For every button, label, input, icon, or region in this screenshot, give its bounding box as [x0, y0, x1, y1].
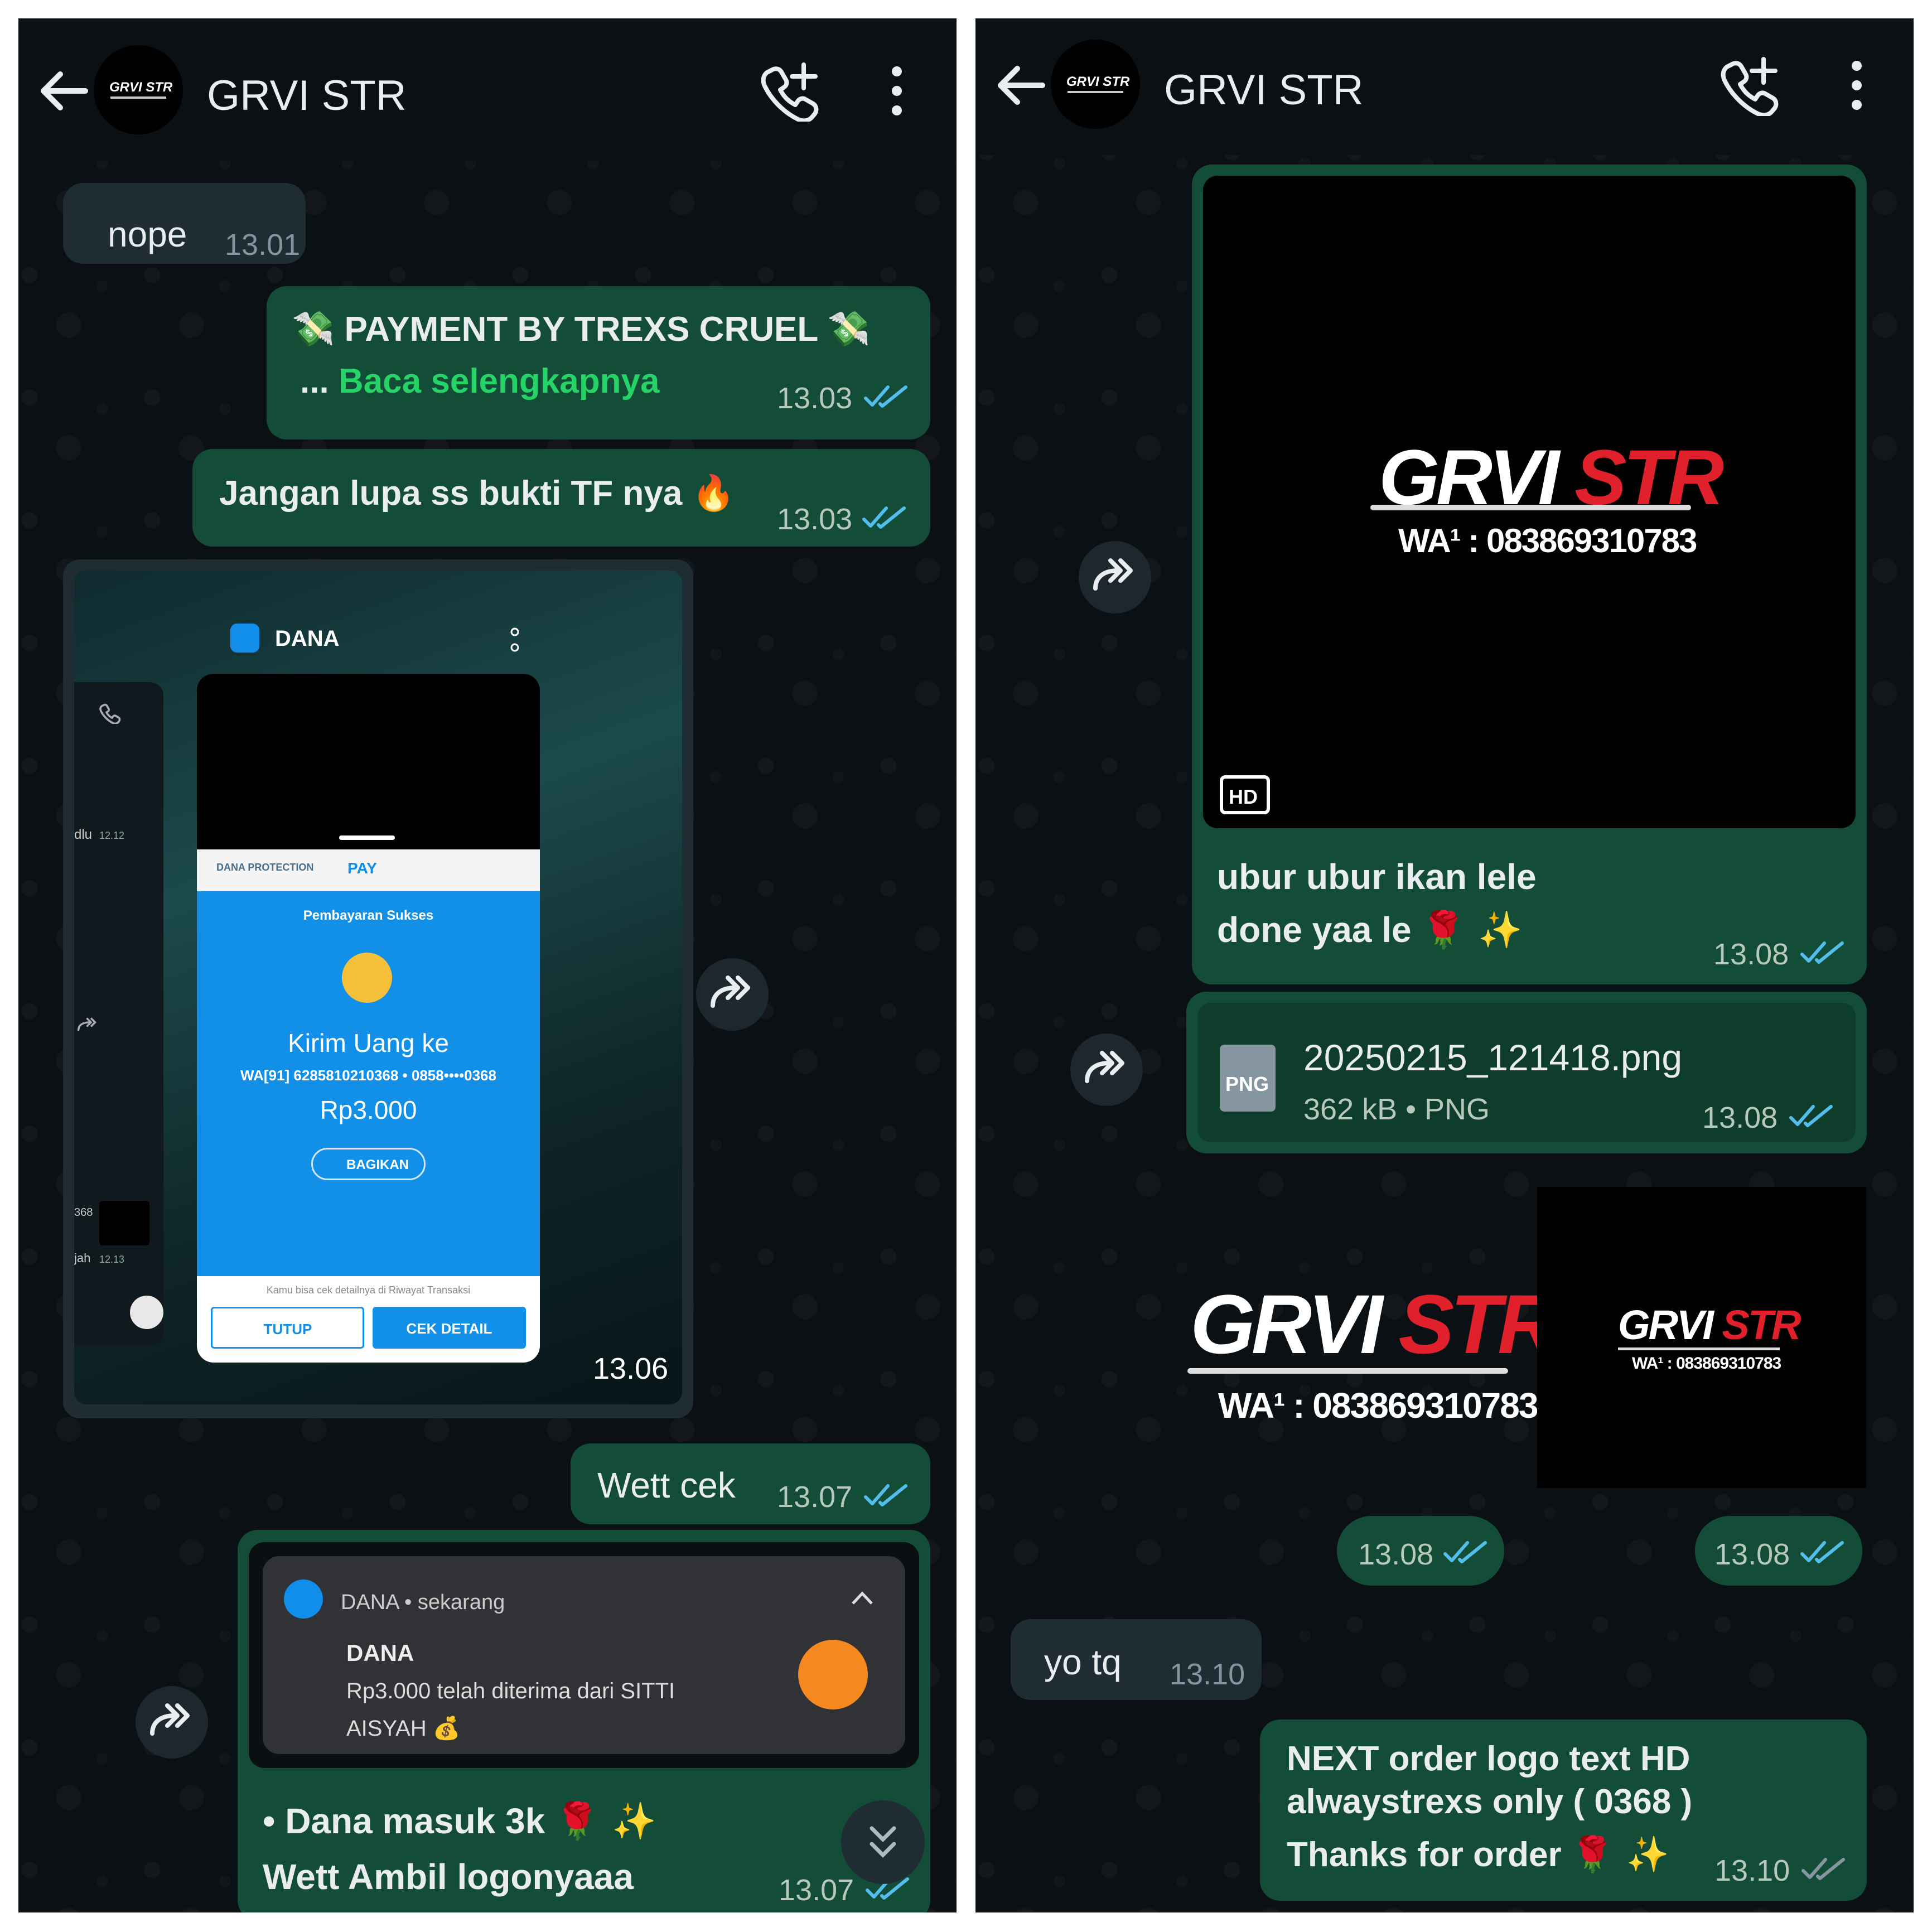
forward-icon: [77, 1017, 96, 1031]
message-logo-image[interactable]: GRVI STR WA¹ : 083869310783 HD ubur ubur…: [1192, 165, 1867, 984]
caption-line-1: ubur ubur ikan lele: [1217, 857, 1537, 897]
dana-app-name: DANA: [275, 626, 340, 651]
forward-button[interactable]: [1070, 1033, 1143, 1106]
avatar-logo-text: GRVI STR: [109, 80, 173, 95]
double-check-icon: [1443, 1541, 1487, 1563]
caption-line-1: • Dana masuk 3k 🌹 ✨: [263, 1801, 656, 1842]
dana-notif-icon: [284, 1580, 323, 1619]
logo-wa-number: WA¹ : 083869310783: [1632, 1354, 1781, 1373]
message-time: 13.10: [1170, 1658, 1245, 1691]
forward-button[interactable]: [136, 1686, 208, 1759]
avatar-orange-icon: [798, 1640, 868, 1709]
chevron-double-down-icon: [870, 1826, 896, 1858]
share-button: BAGIKAN: [311, 1148, 426, 1180]
add-call-icon[interactable]: [760, 60, 822, 122]
close-button: TUTUP: [211, 1307, 364, 1349]
contact-avatar[interactable]: GRVI STR: [94, 45, 183, 134]
message-text: nope: [108, 214, 187, 254]
forward-icon: [1093, 558, 1133, 591]
message-line-2: alwaystrexs only ( 0368 ): [1287, 1783, 1693, 1821]
logo-text: GRVI STR: [1190, 1277, 1558, 1371]
more-vert-icon[interactable]: [1846, 57, 1868, 113]
double-check-icon: [1800, 1541, 1844, 1563]
right-chat-screen: GRVI STR GRVI STR GRVI STR WA¹ : 0838693…: [975, 18, 1914, 1912]
logo-text: GRVI STR: [1618, 1302, 1801, 1348]
logo-wa-number: WA¹ : 083869310783: [1398, 522, 1697, 559]
message-time: 13.08: [1702, 1101, 1778, 1134]
scroll-down-button[interactable]: [841, 1800, 925, 1884]
forward-icon: [150, 1703, 190, 1736]
forward-icon: [711, 975, 750, 1008]
double-check-icon: [1789, 1105, 1833, 1127]
message-time: 13.03: [777, 381, 853, 415]
notification-screenshot[interactable]: DANA • sekarang DANA Rp3.000 telah diter…: [249, 1542, 919, 1768]
chat-app-bar: GRVI STR GRVI STR: [18, 18, 957, 161]
message-line-3: Thanks for order 🌹 ✨: [1287, 1834, 1669, 1875]
mic-button: [130, 1296, 163, 1329]
chat-app-bar: GRVI STR GRVI STR: [975, 18, 1914, 155]
png-file-icon: PNG: [1220, 1045, 1276, 1112]
message-time: 13.06: [593, 1352, 669, 1385]
detail-button: CEK DETAIL: [373, 1307, 526, 1349]
success-check-icon: [342, 953, 392, 1003]
double-check-icon: [862, 506, 906, 529]
background-chat-strip: dlu 12.12 368 jah 12.13: [74, 682, 163, 1346]
message-time: 13.03: [777, 503, 853, 536]
forward-icon: [1085, 1051, 1124, 1083]
file-meta: 362 kB • PNG: [1303, 1093, 1490, 1126]
file-card[interactable]: PNG 20250215_121418.png 362 kB • PNG 13.…: [1197, 1003, 1856, 1142]
avatar-logo-text: GRVI STR: [1066, 74, 1130, 89]
double-check-icon: [1801, 1858, 1845, 1880]
message-nope[interactable]: nope 13.01: [63, 183, 306, 264]
sticker-time-chip: 13.08: [1337, 1516, 1504, 1586]
back-arrow-icon[interactable]: [35, 66, 91, 116]
contact-name[interactable]: GRVI STR: [207, 71, 407, 120]
message-time: 13.08: [1713, 938, 1789, 971]
message-time: 13.10: [1714, 1854, 1790, 1887]
chevron-up-icon: [852, 1591, 873, 1605]
dana-receipt-card: DANA PROTECTION PAY Pembayaran Sukses Ki…: [197, 674, 540, 1363]
message-wett-cek[interactable]: Wett cek 13.07: [571, 1443, 930, 1524]
back-arrow-icon[interactable]: [992, 60, 1048, 110]
message-notification-image[interactable]: DANA • sekarang DANA Rp3.000 telah diter…: [238, 1530, 930, 1912]
thumb-time-chip: 13.08: [1695, 1516, 1862, 1586]
sticker-logo[interactable]: GRVI STR WA¹ : 083869310783: [1187, 1271, 1558, 1438]
message-payment[interactable]: 💸 PAYMENT BY TREXS CRUEL 💸 ... Baca sele…: [267, 286, 930, 439]
message-text: 💸 PAYMENT BY TREXS CRUEL 💸: [292, 308, 871, 349]
screenshot-image[interactable]: dlu 12.12 368 jah 12.13 DANA DANA PROTEC…: [74, 571, 682, 1404]
left-chat-screen: GRVI STR GRVI STR nope 13.01 💸 PAYMENT B…: [18, 18, 957, 1912]
message-reminder[interactable]: Jangan lupa ss bukti TF nya 🔥 13.03: [192, 449, 930, 547]
caption-line-2: Wett Ambil logonyaaa: [263, 1857, 634, 1897]
message-file[interactable]: PNG 20250215_121418.png 362 kB • PNG 13.…: [1186, 992, 1867, 1153]
forward-button[interactable]: [696, 958, 769, 1031]
message-text: yo tq: [1044, 1642, 1122, 1682]
read-more[interactable]: ... Baca selengkapnya: [300, 361, 659, 401]
double-check-icon: [864, 1484, 907, 1506]
message-text: Jangan lupa ss bukti TF nya 🔥: [219, 472, 735, 513]
logo-image[interactable]: GRVI STR WA¹ : 083869310783 HD: [1203, 176, 1856, 828]
caption-line-2: done yaa le 🌹 ✨: [1217, 910, 1523, 951]
message-time: 13.07: [779, 1873, 854, 1907]
forward-button[interactable]: [1079, 541, 1151, 614]
more-vert-icon: [510, 627, 519, 652]
contact-name[interactable]: GRVI STR: [1164, 66, 1364, 114]
message-time: 13.07: [777, 1480, 853, 1514]
hd-badge: HD: [1220, 775, 1270, 814]
message-next-order[interactable]: NEXT order logo text HD alwaystrexs only…: [1260, 1720, 1867, 1901]
thumb-image[interactable]: GRVI STR WA¹ : 083869310783: [1537, 1187, 1866, 1488]
double-check-icon: [1800, 941, 1844, 964]
message-time: 13.01: [225, 228, 301, 262]
contact-avatar[interactable]: GRVI STR: [1051, 40, 1140, 129]
message-yo-tq[interactable]: yo tq 13.10: [1011, 1619, 1262, 1700]
logo-wa-number: WA¹ : 083869310783: [1218, 1385, 1538, 1426]
dana-app-icon: [230, 624, 259, 653]
message-line-1: NEXT order logo text HD: [1287, 1740, 1690, 1778]
message-text: Wett cek: [597, 1465, 736, 1505]
file-name: 20250215_121418.png: [1303, 1037, 1683, 1078]
add-call-icon[interactable]: [1720, 55, 1781, 116]
message-screenshot-image[interactable]: dlu 12.12 368 jah 12.13 DANA DANA PROTEC…: [63, 559, 693, 1418]
add-call-icon: [99, 703, 121, 724]
more-vert-icon[interactable]: [886, 63, 908, 119]
double-check-icon: [864, 385, 907, 408]
